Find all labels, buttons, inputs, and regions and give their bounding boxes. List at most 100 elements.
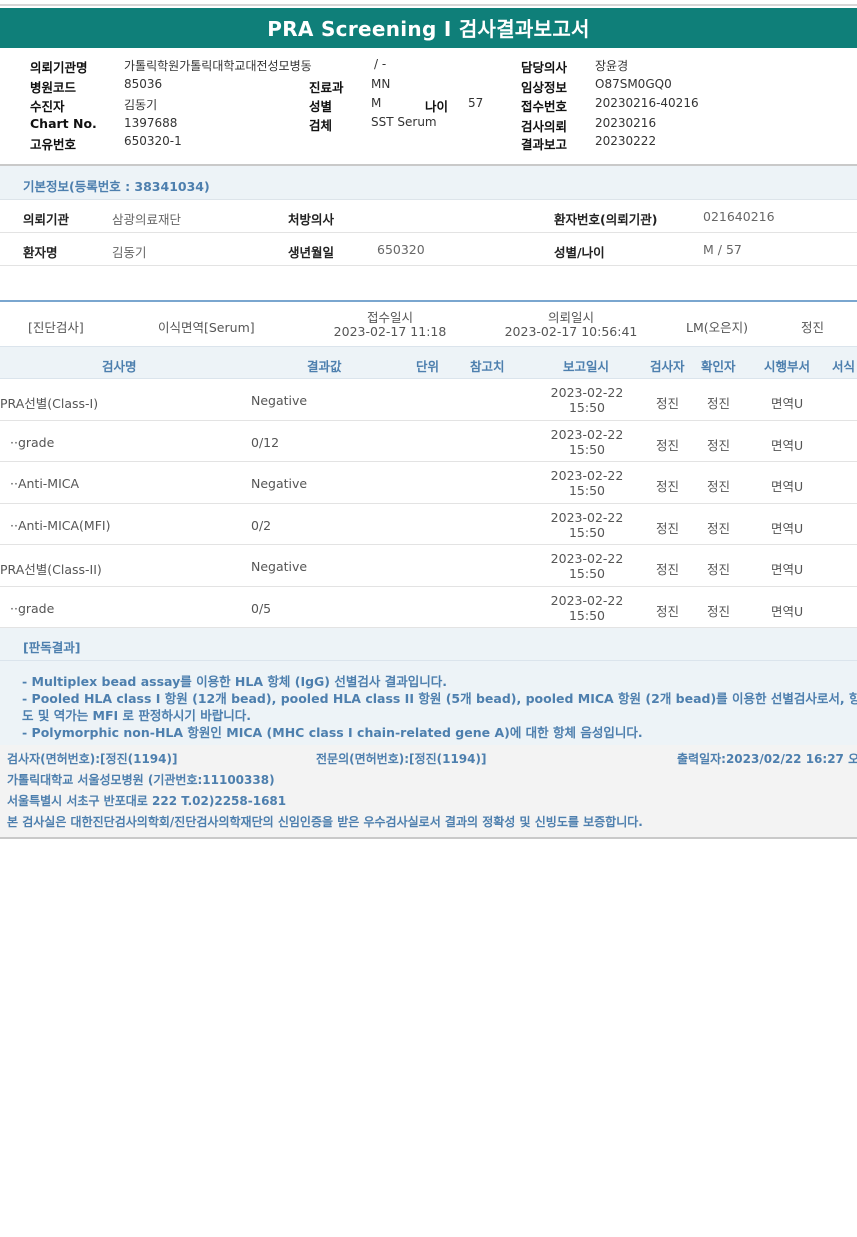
footer-certification: 본 검사실은 대한진단검사의학회/진단검사의학재단의 신임인증을 받은 우수검사…: [7, 815, 643, 829]
table-row: ··grade 0/5 2023-02-22 15:50 정진 정진 면역U: [0, 587, 857, 628]
footer-address: 서울특별시 서초구 반포대로 222 T.02)2258-1681: [7, 794, 287, 808]
dept: 면역U: [771, 396, 804, 411]
report-time: 15:50: [568, 607, 606, 623]
unique-label: 고유번호: [30, 137, 77, 152]
doctor-value: 장윤경: [595, 59, 629, 73]
birth-value: 650320: [377, 242, 425, 257]
footer-printed: 출력일자:2023/02/22 16:27 오후: [677, 752, 857, 766]
doctor-label: 담당의사: [521, 60, 568, 75]
footer-tester: 검사자(면허번호):[정진(1194)]: [7, 752, 178, 766]
report-time: 15:50: [568, 566, 606, 581]
result-value: Negative: [251, 476, 308, 491]
name-value: 김동기: [112, 245, 147, 260]
checker: 정진: [707, 479, 731, 494]
result-value: Negative: [251, 559, 308, 574]
age-label: 나이: [425, 99, 449, 114]
col-tester: 검사자: [650, 359, 685, 374]
test-name: ··Anti-MICA(MFI): [10, 517, 111, 533]
tester: 정진: [656, 396, 680, 411]
receipt-value: 20230216-40216: [595, 96, 699, 110]
result-value: 0/2: [251, 517, 272, 533]
lm-name: LM(오은지): [686, 320, 749, 335]
dept: 면역U: [771, 520, 804, 536]
birth-label: 생년월일: [288, 245, 335, 260]
patient-label: 수진자: [30, 99, 65, 114]
basic-info-title: 기본정보(등록번호 : 38341034): [23, 179, 210, 194]
patient-no-value: 021640216: [703, 209, 775, 224]
request-label: 검사의뢰: [521, 119, 568, 134]
tester: 정진: [656, 603, 680, 619]
col-report-date: 보고일시: [563, 359, 610, 374]
basic-info-row: 환자명 김동기 생년월일 650320 성별/나이 M / 57: [0, 233, 857, 266]
report-time: 15:50: [568, 483, 606, 498]
report-date: 2023-02-22: [550, 551, 624, 566]
top-border: [0, 0, 857, 6]
requested-value: 2023-02-17 10:56:41: [504, 324, 638, 339]
test-name: ··grade: [10, 600, 55, 616]
basic-info-header: 기본정보(등록번호 : 38341034): [0, 166, 857, 200]
patient-no-label: 환자번호(의뢰기관): [554, 212, 658, 227]
received-value: 2023-02-17 11:18: [333, 324, 447, 339]
specimen-value: SST Serum: [371, 115, 437, 129]
col-dept: 시행부서: [764, 359, 811, 374]
report-date: 2023-02-22: [550, 509, 624, 525]
institution-label: 의뢰기관명: [30, 60, 88, 75]
interpretation-body: - Multiplex bead assay를 이용한 HLA 항체 (IgG)…: [0, 661, 857, 745]
dept: 면역U: [771, 603, 804, 619]
report-time: 15:50: [568, 400, 606, 415]
institution-value: 가톨릭학원가톨릭대학교대전성모병동: [124, 59, 312, 73]
result-value: 0/5: [251, 600, 272, 616]
basic-info-row: 의뢰기관 삼광의료재단 처방의사 환자번호(의뢰기관) 021640216: [0, 200, 857, 233]
result-value: Negative: [251, 393, 308, 408]
chart-label: Chart No.: [30, 116, 97, 131]
diagnosis-tester: 정진: [801, 320, 825, 335]
report-date: 2023-02-22: [550, 385, 624, 400]
diagnosis-category: [진단검사]: [28, 320, 84, 335]
report-time: 15:50: [568, 441, 606, 457]
divider: [0, 837, 857, 839]
report-date: 2023-02-22: [550, 426, 624, 442]
col-unit: 단위: [416, 359, 440, 374]
diagnosis-section: 이식면역[Serum]: [158, 320, 255, 335]
receipt-label: 접수번호: [521, 99, 568, 114]
checker: 정진: [707, 396, 731, 411]
report-label: 결과보고: [521, 137, 568, 152]
sex-label: 성별: [309, 99, 333, 114]
tester: 정진: [656, 562, 680, 577]
dept: 면역U: [771, 479, 804, 494]
checker: 정진: [707, 437, 731, 453]
name-label: 환자명: [23, 245, 58, 260]
tester: 정진: [656, 479, 680, 494]
col-test-name: 검사명: [102, 359, 137, 374]
dept-value: MN: [371, 77, 391, 91]
clinical-value: O87SM0GQ0: [595, 77, 672, 91]
hospital-code-label: 병원코드: [30, 80, 77, 95]
sexage-value: M / 57: [703, 242, 742, 257]
specimen-label: 검체: [309, 118, 333, 133]
ward-value: / -: [374, 57, 387, 71]
divider: [0, 300, 857, 302]
report-date: 2023-02-22: [550, 592, 624, 608]
tester: 정진: [656, 437, 680, 453]
unique-value: 650320-1: [124, 134, 182, 148]
table-row: ··Anti-MICA Negative 2023-02-22 15:50 정진…: [0, 462, 857, 504]
checker: 정진: [707, 603, 731, 619]
report-value: 20230222: [595, 134, 657, 148]
hospital-code-value: 85036: [124, 77, 163, 91]
checker: 정진: [707, 520, 731, 536]
col-reference: 참고치: [470, 359, 505, 374]
interpretation-line: - Polymorphic non-HLA 항원인 MICA (MHC clas…: [22, 725, 643, 740]
dept: 면역U: [771, 437, 804, 453]
interpretation-header: [판독결과]: [0, 628, 857, 661]
table-row: ··Anti-MICA(MFI) 0/2 2023-02-22 15:50 정진…: [0, 504, 857, 545]
tester: 정진: [656, 520, 680, 536]
test-name: PRA선별(Class-I): [0, 396, 99, 411]
checker: 정진: [707, 562, 731, 577]
dept-label: 진료과: [309, 80, 344, 95]
clinical-label: 임상정보: [521, 80, 568, 95]
col-checker: 확인자: [701, 359, 736, 374]
interpretation-title: [판독결과]: [23, 640, 81, 655]
report-time: 15:50: [568, 524, 606, 540]
sexage-label: 성별/나이: [554, 245, 605, 260]
dept: 면역U: [771, 562, 804, 577]
